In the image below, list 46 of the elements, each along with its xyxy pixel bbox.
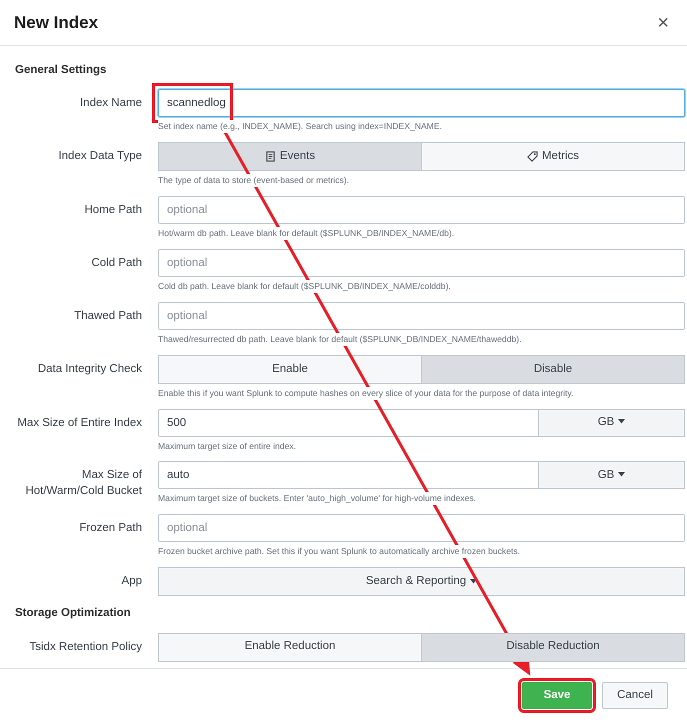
- field-label: Thawed Path: [73, 308, 143, 324]
- dialog-title: New Index: [14, 12, 98, 34]
- toggle-option[interactable]: Metrics: [422, 142, 685, 172]
- input-field[interactable]: optional: [158, 302, 685, 330]
- field-hint: Enable this if you want Splunk to compute hashes on every slice of your data for the purpose of data integrity.: [158, 386, 574, 400]
- field-hint: Maximum target size of buckets. Enter 'auto_high_volume' for high-volume indexes.: [158, 492, 476, 506]
- input-field[interactable]: optional: [158, 514, 685, 542]
- document-icon: [264, 151, 276, 162]
- field-hint: Thawed/resurrected db path. Leave blank for default ($SPLUNK_DB/INDEX_NAME/thaweddb).: [158, 332, 522, 346]
- caret-icon: [470, 578, 478, 584]
- toggle-option[interactable]: Disable: [422, 354, 685, 384]
- field-hint: Hot/warm db path. Leave blank for default ($SPLUNK_DB/INDEX_NAME/db).: [158, 227, 454, 240]
- toggle-option[interactable]: Events: [158, 142, 422, 172]
- field-hint: Maximum target size of entire index.: [158, 440, 296, 452]
- input-field[interactable]: scannedlog: [158, 89, 685, 118]
- field-label: Data Integrity Check: [36, 362, 143, 377]
- cancel-button[interactable]: Cancel: [602, 682, 668, 709]
- section-heading: General Settings: [15, 63, 108, 78]
- input-field[interactable]: optional: [158, 196, 685, 224]
- field-label: App: [120, 574, 143, 590]
- field-label: Index Data Type: [57, 149, 143, 164]
- field-label: Max Size of Hot/Warm/Cold Bucket: [24, 468, 143, 499]
- app-dropdown[interactable]: Search & Reporting: [158, 567, 685, 596]
- toggle-option[interactable]: Disable Reduction: [422, 632, 685, 662]
- tag-icon: [526, 151, 538, 162]
- field-hint: Cold db path. Leave blank for default ($SPLUNK_DB/INDEX_NAME/colddb).: [158, 280, 451, 293]
- caret-icon: [618, 472, 626, 478]
- toggle-option[interactable]: Enable Reduction: [158, 632, 422, 662]
- input-field[interactable]: 500: [158, 408, 539, 437]
- close-button[interactable]: ×: [653, 12, 673, 32]
- field-hint: Frozen bucket archive path. Set this if you want Splunk to automatically archive frozen buckets.: [158, 545, 520, 558]
- caret-icon: [618, 419, 626, 424]
- unit-dropdown[interactable]: GB: [539, 408, 685, 437]
- input-field[interactable]: auto: [158, 461, 539, 490]
- field-label: Cold Path: [90, 256, 143, 271]
- field-hint: Set index name (e.g., INDEX_NAME). Search using index=INDEX_NAME.: [158, 120, 442, 134]
- field-label: Home Path: [83, 203, 143, 218]
- unit-dropdown[interactable]: GB: [539, 461, 685, 490]
- section-heading: Storage Optimization: [15, 606, 132, 622]
- field-label: Max Size of Entire Index: [16, 416, 143, 431]
- field-label: Frozen Path: [78, 521, 143, 536]
- input-field[interactable]: optional: [158, 248, 685, 277]
- field-label: Index Name: [78, 96, 143, 112]
- toggle-option[interactable]: Enable: [158, 354, 422, 384]
- field-hint: The type of data to store (event-based or metrics).: [158, 174, 350, 188]
- field-label: Tsidx Retention Policy: [28, 640, 143, 655]
